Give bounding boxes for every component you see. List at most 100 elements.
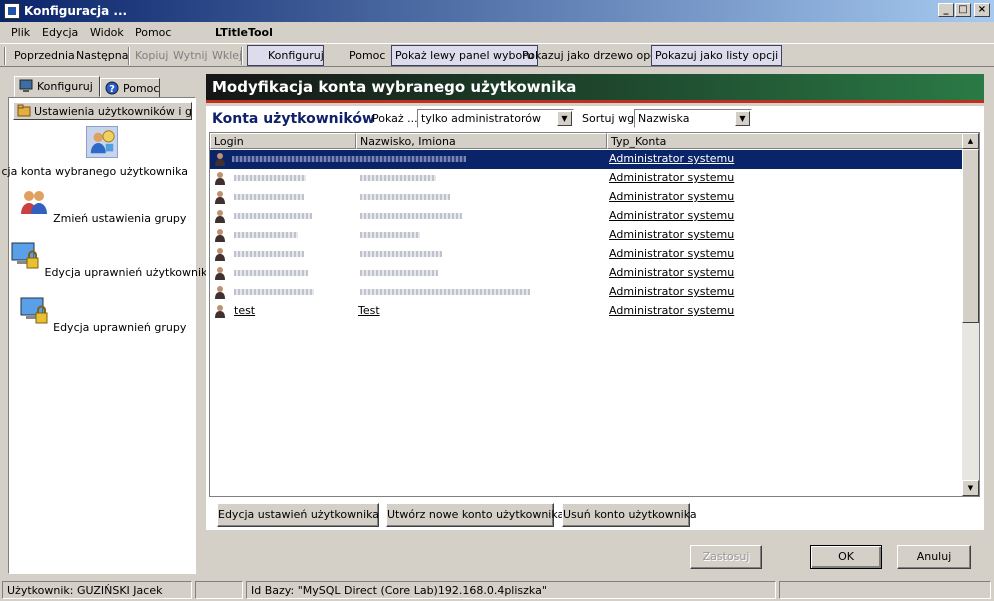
- table-row[interactable]: Administrator systemu: [210, 283, 963, 302]
- scroll-down-icon[interactable]: ▼: [962, 480, 979, 496]
- account-type-link[interactable]: Administrator systemu: [609, 304, 734, 317]
- group-header-label: Ustawienia użytkowników i g...: [34, 105, 192, 118]
- table-row[interactable]: Administrator systemu: [210, 150, 963, 169]
- redacted-text: [232, 156, 466, 162]
- group-header[interactable]: Ustawienia użytkowników i g...: [13, 102, 192, 120]
- scroll-thumb[interactable]: [962, 149, 979, 323]
- chevron-down-icon[interactable]: ▼: [557, 111, 572, 126]
- app-icon: [4, 3, 20, 19]
- menu-pomoc[interactable]: Pomoc: [135, 26, 171, 39]
- user-group-icon: [20, 191, 47, 214]
- user-icon: [215, 210, 225, 223]
- user-icon: [215, 286, 225, 299]
- next-button[interactable]: Następna: [76, 49, 128, 62]
- sort-select[interactable]: Nazwiska ▼: [634, 109, 752, 128]
- prev-button[interactable]: Poprzednia: [14, 49, 75, 62]
- menu-widok[interactable]: Widok: [90, 26, 124, 39]
- redacted-text: [360, 251, 442, 257]
- ok-button[interactable]: OK: [810, 545, 882, 569]
- main-area: Modyfikacja konta wybranego użytkownika …: [204, 72, 986, 577]
- minimize-button[interactable]: _: [938, 3, 954, 17]
- table-row[interactable]: Administrator systemu: [210, 245, 963, 264]
- nav-item-label: Edycja uprawnień użytkowników: [44, 266, 223, 279]
- show-label: Pokaż ...: [372, 112, 418, 125]
- column-header-login[interactable]: Login: [210, 133, 356, 149]
- scroll-up-icon[interactable]: ▲: [962, 133, 979, 149]
- copy-button[interactable]: Kopiuj: [135, 49, 168, 62]
- redacted-text: [360, 289, 530, 295]
- configure-button[interactable]: Konfiguruj: [247, 45, 324, 66]
- redacted-text: [234, 194, 304, 200]
- close-button[interactable]: ×: [974, 3, 990, 17]
- table-row[interactable]: Administrator systemu: [210, 226, 963, 245]
- redacted-text: [360, 175, 436, 181]
- toolbar-separator: [241, 47, 243, 65]
- table-row[interactable]: Administrator systemu: [210, 188, 963, 207]
- user-icon: [215, 153, 225, 166]
- login-cell[interactable]: test: [234, 304, 255, 317]
- redacted-text: [360, 270, 438, 276]
- lock-monitor-icon: [20, 297, 48, 324]
- chevron-down-icon[interactable]: ▼: [735, 111, 750, 126]
- show-filter-select[interactable]: tylko administratorów ▼: [417, 109, 574, 128]
- table-row[interactable]: Administrator systemu: [210, 207, 963, 226]
- table-row[interactable]: Administrator systemu: [210, 169, 963, 188]
- name-cell[interactable]: Test: [358, 304, 380, 317]
- redacted-text: [360, 194, 450, 200]
- account-type-link[interactable]: Administrator systemu: [609, 285, 734, 298]
- show-lists-button[interactable]: Pokazuj jako listy opcji: [651, 45, 783, 66]
- menu-edycja[interactable]: Edycja: [42, 26, 78, 39]
- toolbar-separator: [128, 47, 130, 65]
- window-title: Konfiguracja ...: [24, 4, 128, 18]
- column-header-type[interactable]: Typ_Konta: [607, 133, 963, 149]
- nav-item-group-settings[interactable]: Zmień ustawienia grupy: [9, 186, 195, 225]
- edit-user-settings-button[interactable]: Edycja ustawień użytkownika: [217, 503, 379, 527]
- redacted-text: [234, 251, 304, 257]
- folder-icon: [17, 104, 31, 117]
- redacted-text: [234, 289, 314, 295]
- column-header-name[interactable]: Nazwisko, Imiona: [356, 133, 607, 149]
- redacted-text: [234, 270, 308, 276]
- redacted-text: [360, 232, 420, 238]
- help-button[interactable]: Pomoc: [349, 49, 385, 62]
- status-user: Użytkownik: GUZIŃSKI Jacek: [2, 581, 192, 599]
- account-type-link[interactable]: Administrator systemu: [609, 171, 734, 184]
- cancel-button[interactable]: Anuluj: [897, 545, 971, 569]
- table-row[interactable]: test Test Administrator systemu: [210, 302, 963, 321]
- user-edit-icon: [86, 126, 118, 158]
- account-type-link[interactable]: Administrator systemu: [609, 228, 734, 241]
- title-bar: Konfiguracja ... _ □ ×: [0, 0, 994, 22]
- tool-title-label: LTitleTool: [215, 26, 273, 39]
- maximize-button[interactable]: □: [955, 3, 971, 17]
- paste-button[interactable]: Wklej: [212, 49, 242, 62]
- banner-underline: [206, 100, 984, 103]
- user-icon: [215, 229, 225, 242]
- account-type-link[interactable]: Administrator systemu: [609, 152, 734, 165]
- table-row[interactable]: Administrator systemu: [210, 264, 963, 283]
- show-left-panel-button[interactable]: Pokaż lewy panel wyboru: [391, 45, 538, 66]
- user-icon: [215, 191, 225, 204]
- tab-konfiguruj[interactable]: Konfiguruj: [14, 76, 100, 97]
- tab-pomoc[interactable]: ? Pomoc: [100, 78, 160, 98]
- toolbar-separator: [4, 47, 6, 65]
- account-type-link[interactable]: Administrator systemu: [609, 190, 734, 203]
- nav-item-label: Edycja uprawnień grupy: [53, 321, 187, 334]
- vertical-scrollbar[interactable]: ▲ ▼: [962, 133, 979, 496]
- lock-monitor-icon: [11, 242, 39, 269]
- delete-account-button[interactable]: Usuń konto użytkownika: [562, 503, 697, 527]
- status-bar: Użytkownik: GUZIŃSKI Jacek Id Bazy: "MyS…: [0, 579, 994, 601]
- redacted-text: [234, 175, 306, 181]
- menu-plik[interactable]: Plik: [11, 26, 30, 39]
- create-account-button[interactable]: Utwórz nowe konto użytkownika: [386, 503, 564, 527]
- account-type-link[interactable]: Administrator systemu: [609, 247, 734, 260]
- show-tree-button[interactable]: Pokazuj jako drzewo opcji: [522, 49, 662, 62]
- cut-button[interactable]: Wytnij: [173, 49, 208, 62]
- nav-item-group-permissions[interactable]: Edycja uprawnień grupy: [9, 295, 195, 334]
- apply-button[interactable]: Zastosuj: [690, 545, 762, 569]
- nav-item-label: Modyfikacja konta wybranego użytkownika: [2, 165, 188, 178]
- nav-item-modify-account[interactable]: Modyfikacja konta wybranego użytkownika: [2, 126, 195, 178]
- redacted-text: [360, 213, 462, 219]
- account-type-link[interactable]: Administrator systemu: [609, 266, 734, 279]
- account-type-link[interactable]: Administrator systemu: [609, 209, 734, 222]
- nav-item-user-permissions[interactable]: Edycja uprawnień użytkowników: [9, 240, 223, 279]
